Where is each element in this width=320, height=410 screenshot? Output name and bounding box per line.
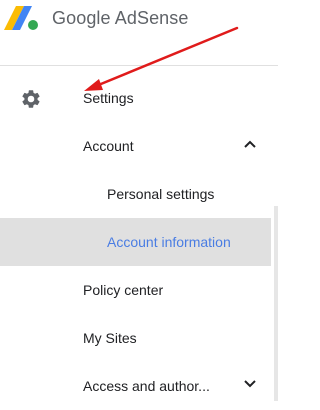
chevron-down-icon[interactable] — [243, 379, 257, 389]
sidebar-item-label: Policy center — [83, 282, 164, 298]
header-divider — [0, 65, 278, 66]
chevron-up-icon[interactable] — [243, 139, 257, 149]
sidebar-item-label: Personal settings — [107, 186, 215, 202]
gear-icon — [22, 90, 40, 108]
app-header: Google AdSense — [0, 0, 278, 36]
sidebar-item-account-information[interactable]: Account information — [0, 218, 271, 266]
scrollbar[interactable] — [274, 206, 278, 401]
sidebar-item-my-sites[interactable]: My Sites — [0, 314, 278, 362]
sidebar-item-label: Account — [83, 138, 134, 154]
adsense-logo-icon[interactable] — [2, 4, 42, 32]
sidebar-item-label: My Sites — [83, 330, 137, 346]
sidebar-item-label: Settings — [83, 90, 134, 106]
sidebar-item-personal-settings[interactable]: Personal settings — [0, 170, 278, 218]
brand-name: Google AdSense — [52, 8, 189, 28]
sidebar-item-policy-center[interactable]: Policy center — [0, 266, 278, 314]
sidebar-item-access-authorization[interactable]: Access and author... — [0, 362, 278, 410]
sidebar-item-label: Access and author... — [83, 378, 210, 394]
sidebar-item-account[interactable]: Account — [0, 122, 278, 170]
sidebar-item-label: Account information — [107, 234, 231, 250]
